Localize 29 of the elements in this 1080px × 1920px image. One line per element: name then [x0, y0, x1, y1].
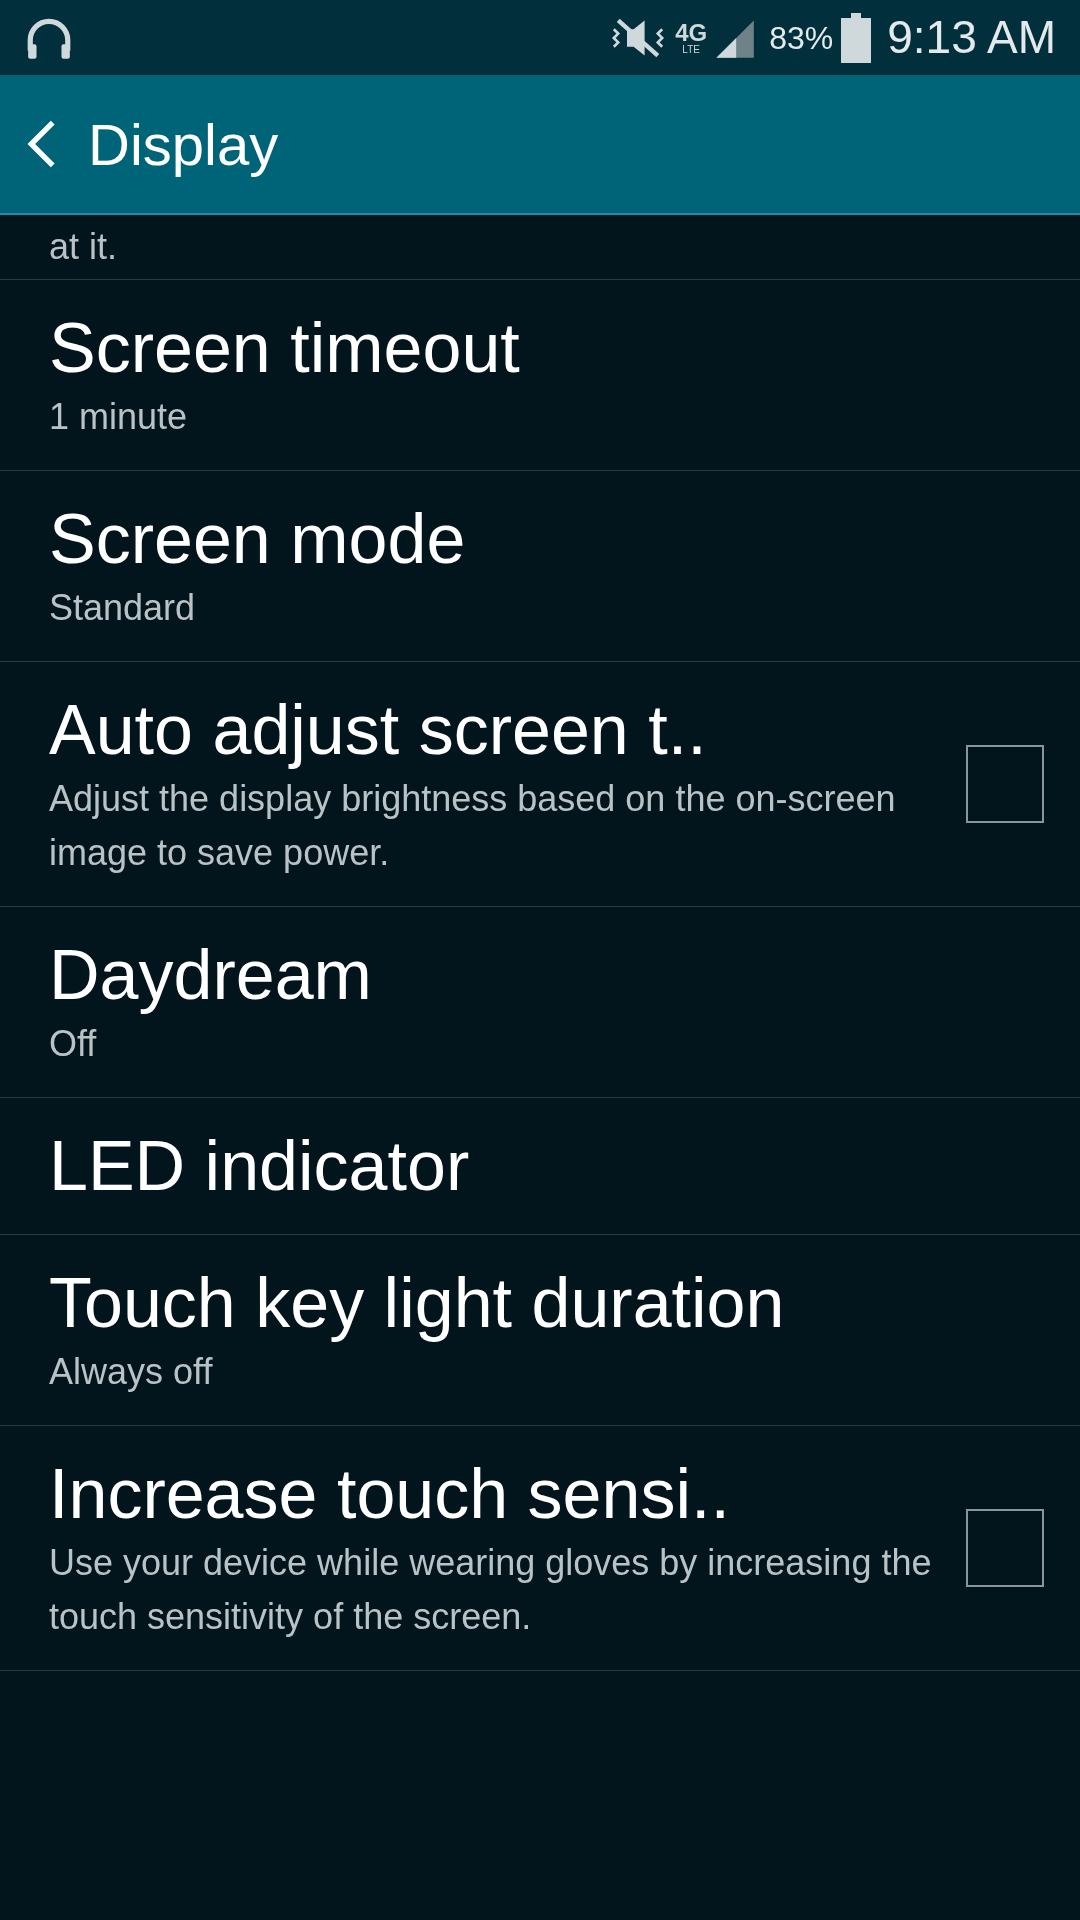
- setting-row[interactable]: Screen mode Standard: [0, 471, 1080, 662]
- setting-row[interactable]: LED indicator: [0, 1098, 1080, 1235]
- setting-title: LED indicator: [49, 1126, 471, 1207]
- network-subtype: LTE: [682, 44, 700, 55]
- setting-summary: Always off: [49, 1350, 214, 1394]
- setting-row[interactable]: Increase touch sensi.. Use your device while wearing gloves by increasing the touch sensitivity of the screen.: [0, 1426, 1080, 1671]
- battery-icon: [841, 12, 872, 63]
- setting-row[interactable]: Touch key light duration Always off: [0, 1235, 1080, 1426]
- setting-title: Auto adjust screen t..: [49, 690, 708, 771]
- setting-title: Daydream: [49, 935, 373, 1016]
- network-type: 4G: [675, 20, 708, 45]
- setting-title: Screen mode: [49, 499, 467, 580]
- setting-summary: 1 minute: [49, 395, 189, 439]
- setting-row[interactable]: Screen timeout 1 minute: [0, 280, 1080, 471]
- setting-summary: Adjust the display brightness based on the on-screen image to save power.: [49, 777, 897, 875]
- setting-summary: at it.: [49, 225, 118, 269]
- setting-row[interactable]: Daydream Off: [0, 907, 1080, 1098]
- setting-summary: Standard: [49, 586, 197, 630]
- setting-row[interactable]: Auto adjust screen t.. Adjust the display brightness based on the on-screen image to save power.: [0, 662, 1080, 907]
- clock: 9:13 AM: [887, 10, 1056, 65]
- setting-title: Touch key light duration: [49, 1263, 786, 1344]
- setting-summary: Off: [49, 1022, 98, 1066]
- checkbox[interactable]: [966, 745, 1044, 823]
- page-title: Display: [88, 110, 279, 179]
- setting-summary: Use your device while wearing gloves by increasing the touch sensitivity of the screen.: [49, 1541, 933, 1639]
- checkbox[interactable]: [966, 1509, 1044, 1587]
- battery-percent: 83%: [769, 18, 834, 58]
- setting-title: Increase touch sensi..: [49, 1454, 731, 1535]
- setting-title: Screen timeout: [49, 308, 521, 389]
